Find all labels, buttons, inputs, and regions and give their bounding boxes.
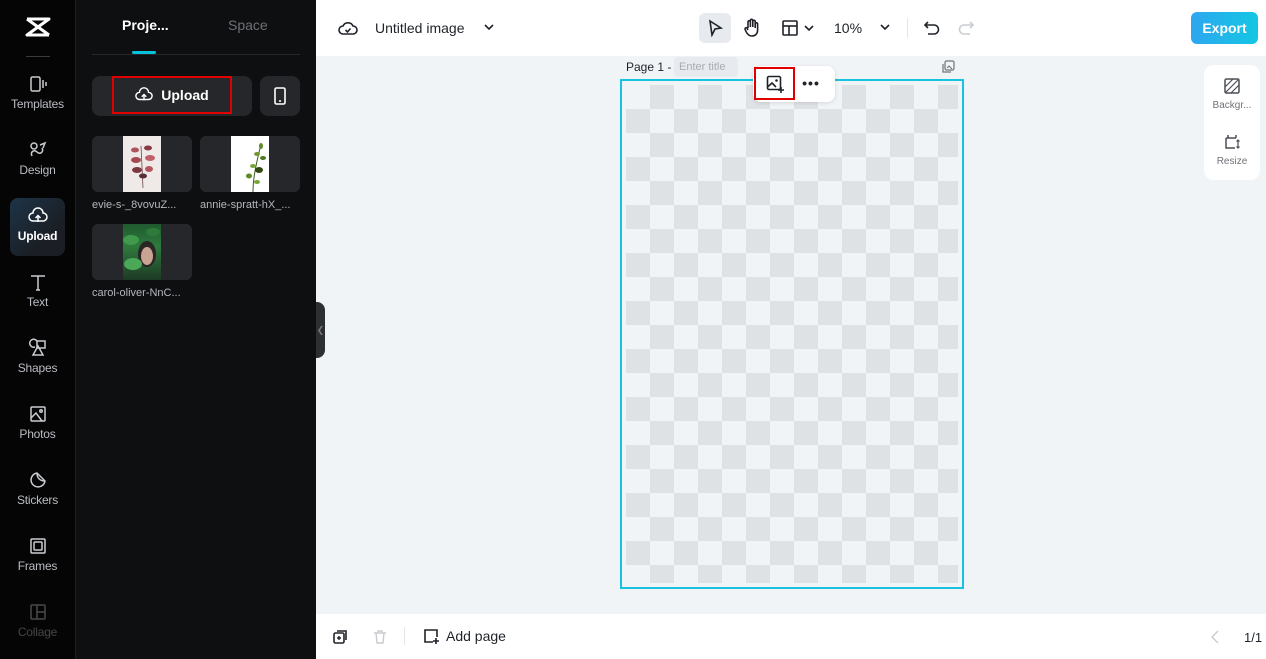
rail-item-text[interactable]: Text: [10, 264, 65, 322]
upload-button[interactable]: Upload: [112, 76, 232, 114]
rail-item-collage[interactable]: Collage: [10, 594, 65, 652]
redo-icon[interactable]: [956, 18, 976, 38]
rail-label: Text: [26, 295, 49, 309]
portrait-image: [123, 228, 160, 270]
more-options-icon[interactable]: •••: [800, 72, 822, 94]
asset-item[interactable]: evie-s-_8vovuZ...: [92, 136, 192, 211]
rail-item-templates[interactable]: Templates: [10, 66, 65, 124]
top-toolbar: Untitled image 10% Export: [316, 0, 1266, 56]
capcut-logo-icon[interactable]: [24, 15, 52, 39]
zoom-level[interactable]: 10%: [834, 20, 862, 36]
transparent-background: [626, 85, 958, 583]
rail-label: Frames: [17, 559, 58, 573]
templates-icon: [29, 76, 47, 92]
asset-thumbnail: [92, 224, 192, 280]
tab-indicator: [132, 51, 156, 54]
cloud-upload-icon: [27, 207, 48, 222]
asset-thumbnail: [200, 136, 300, 192]
photo-icon: [29, 406, 46, 422]
frame-icon: [29, 538, 46, 554]
resize-icon: [1225, 135, 1240, 149]
collapse-panel-handle[interactable]: ❮: [316, 302, 325, 358]
hand-icon: [744, 18, 759, 37]
mobile-upload-button[interactable]: [260, 76, 300, 116]
image-add-icon: [766, 75, 784, 93]
chevron-left-icon: ❮: [316, 324, 325, 335]
duplicate-page-button-icon[interactable]: [332, 629, 348, 645]
rail-item-shapes[interactable]: Shapes: [10, 330, 65, 388]
panel-tabs: Proje... Space: [92, 0, 300, 55]
background-tool[interactable]: Backgr...: [1204, 77, 1260, 111]
plant-image: [131, 145, 155, 189]
export-button[interactable]: Export: [1191, 12, 1258, 44]
page-counter: 1/1: [1244, 630, 1263, 645]
chevron-down-icon[interactable]: [482, 20, 496, 34]
rail-label: Stickers: [16, 493, 59, 507]
divider: [26, 56, 50, 57]
select-tool-button[interactable]: [699, 13, 731, 43]
right-tools-panel: Backgr... Resize: [1204, 65, 1260, 180]
rail-label: Upload: [17, 229, 58, 243]
bottom-toolbar: Add page 1/1: [316, 614, 1266, 659]
chevron-down-icon: [804, 25, 814, 32]
design-canvas[interactable]: [620, 79, 964, 589]
shapes-icon: [28, 338, 46, 356]
cloud-upload-icon: [135, 87, 154, 101]
plant-image: [246, 143, 266, 192]
rail-label: Design: [19, 163, 56, 177]
resize-tool[interactable]: Resize: [1204, 133, 1260, 167]
rail-label: Photos: [19, 427, 56, 441]
rail-item-design[interactable]: Design: [10, 132, 65, 190]
background-icon: [1224, 78, 1240, 94]
asset-name: evie-s-_8vovuZ...: [92, 199, 177, 211]
page-title-input[interactable]: [674, 57, 738, 77]
zoom-chevron-down-icon[interactable]: [878, 20, 892, 34]
text-icon: [30, 275, 45, 291]
tab-space[interactable]: Space: [228, 17, 268, 33]
design-icon: [29, 141, 46, 157]
add-page-icon: [424, 629, 439, 644]
layout-icon: [782, 20, 798, 36]
divider: [404, 627, 405, 645]
resize-label: Resize: [1216, 156, 1248, 167]
rail-label: Templates: [11, 97, 64, 111]
asset-item[interactable]: carol-oliver-NnC...: [92, 224, 192, 299]
rail-item-photos[interactable]: Photos: [10, 396, 65, 454]
delete-page-icon[interactable]: [372, 629, 388, 645]
hand-tool-button[interactable]: [736, 13, 768, 43]
rail-item-frames[interactable]: Frames: [10, 528, 65, 586]
sticker-icon: [29, 472, 46, 488]
add-image-button[interactable]: [754, 67, 795, 100]
chevron-left-icon[interactable]: [1209, 629, 1221, 645]
add-page-button[interactable]: Add page: [422, 627, 506, 645]
collage-icon: [29, 604, 46, 620]
undo-icon[interactable]: [922, 18, 942, 38]
rail-item-stickers[interactable]: Stickers: [10, 462, 65, 520]
add-page-label: Add page: [446, 628, 506, 644]
page-label: Page 1 -: [626, 60, 672, 74]
asset-name: annie-spratt-hX_...: [200, 199, 291, 211]
document-title[interactable]: Untitled image: [375, 20, 465, 36]
pointer-icon: [708, 19, 724, 37]
nav-rail: Templates Design Upload Text Shapes Phot…: [0, 0, 76, 659]
tab-projects[interactable]: Proje...: [122, 17, 169, 33]
duplicate-page-icon[interactable]: [941, 60, 955, 74]
asset-name: carol-oliver-NnC...: [92, 287, 181, 299]
background-label: Backgr...: [1212, 100, 1252, 111]
divider: [907, 18, 908, 38]
rail-label: Collage: [17, 625, 58, 639]
rail-label: Shapes: [17, 361, 58, 375]
rail-item-upload[interactable]: Upload: [10, 198, 65, 256]
asset-item[interactable]: annie-spratt-hX_...: [200, 136, 300, 211]
asset-thumbnail: [92, 136, 192, 192]
phone-icon: [274, 87, 286, 105]
cloud-saved-icon[interactable]: [338, 18, 358, 38]
layout-dropdown[interactable]: [778, 13, 818, 43]
upload-label: Upload: [161, 87, 209, 103]
